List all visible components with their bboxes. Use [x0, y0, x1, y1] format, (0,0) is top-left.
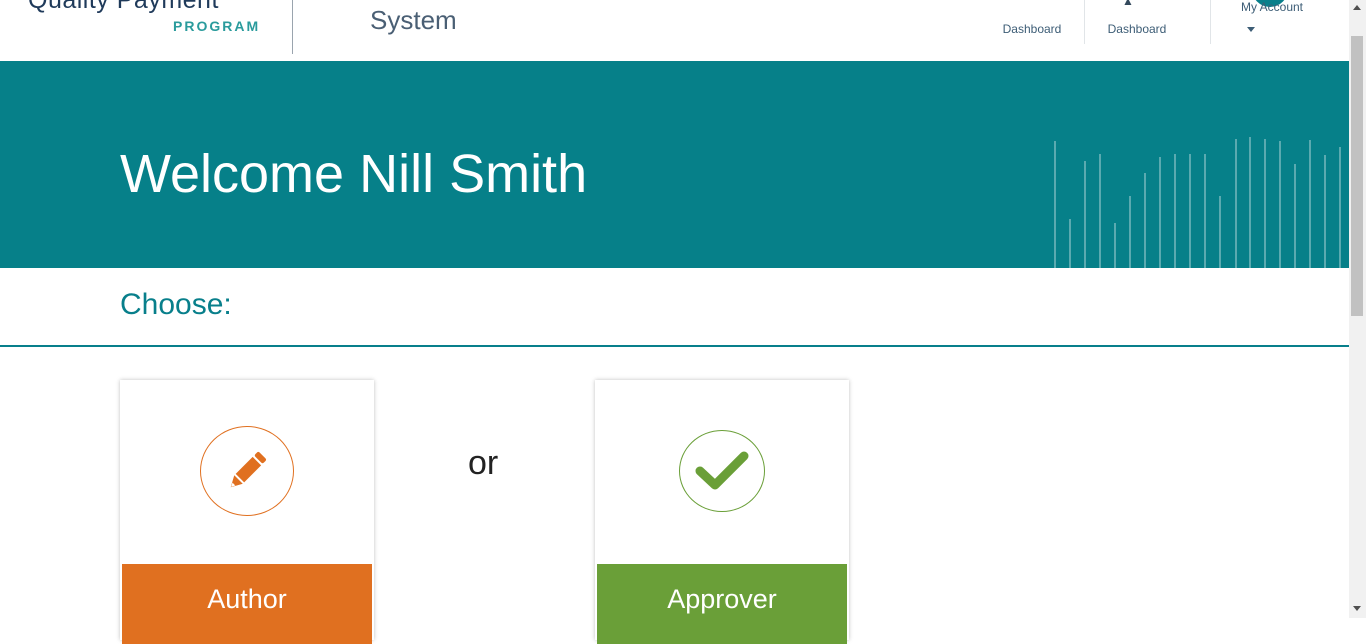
nav-dashboard-1[interactable]: Dashboard: [990, 0, 1074, 44]
pencil-icon: [230, 452, 266, 488]
nav-dashboard-1-label: Dashboard: [1002, 22, 1062, 36]
author-button[interactable]: Author: [122, 564, 372, 644]
author-icon-circle: [200, 426, 294, 516]
approver-icon-circle: [679, 430, 765, 512]
approver-card[interactable]: Approver: [595, 380, 849, 644]
or-separator: or: [468, 444, 499, 482]
welcome-heading: Welcome Nill Smith: [120, 144, 588, 204]
author-card[interactable]: Author: [120, 380, 374, 644]
scroll-down-arrow-icon[interactable]: [1353, 606, 1361, 611]
nav-separator: [1210, 0, 1211, 44]
approver-button[interactable]: Approver: [597, 564, 847, 644]
choose-heading: Choose:: [120, 288, 232, 321]
top-header: Quality Payment PROGRAM System ▲ Dashboa…: [0, 0, 1349, 61]
section-divider: [0, 345, 1349, 347]
nav-dashboard-2-label: Dashboard: [1107, 22, 1167, 36]
scroll-up-arrow-icon[interactable]: [1353, 5, 1361, 10]
nav-dashboard-2[interactable]: Dashboard: [1094, 0, 1180, 44]
my-account-label: My Account: [1240, 0, 1304, 14]
logo-title[interactable]: Quality Payment: [28, 0, 219, 15]
system-title: System: [370, 5, 457, 35]
caret-down-icon: [1246, 27, 1255, 33]
header-divider: [292, 0, 293, 54]
logo-subtitle[interactable]: PROGRAM: [173, 18, 260, 34]
nav-my-account[interactable]: My Account: [1220, 0, 1324, 44]
welcome-banner: Welcome Nill Smith: [0, 61, 1349, 268]
decorative-lines: [1054, 137, 1341, 268]
scroll-thumb[interactable]: [1351, 36, 1363, 316]
checkmark-icon: [695, 451, 749, 490]
vertical-scrollbar[interactable]: [1349, 0, 1366, 618]
nav-separator: [1084, 0, 1085, 44]
